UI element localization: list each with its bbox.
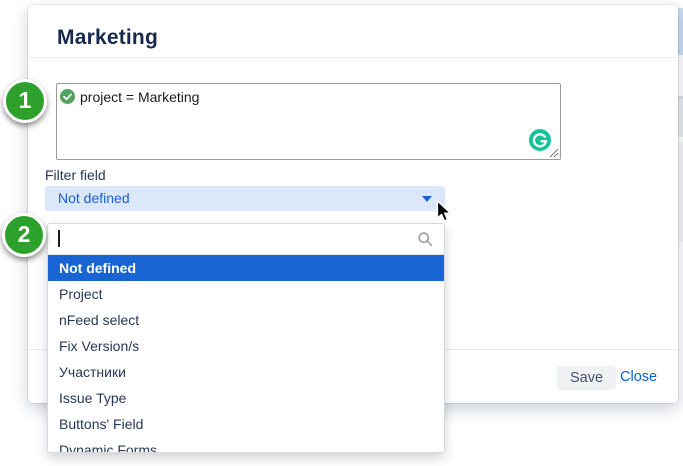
chevron-down-icon: [422, 196, 432, 202]
grammarly-icon[interactable]: [529, 129, 551, 151]
filter-dropdown-panel: Not defined Project nFeed select Fix Ver…: [47, 223, 445, 453]
dropdown-option[interactable]: Dynamic Forms: [48, 437, 444, 453]
modal-title: Marketing: [57, 26, 158, 50]
filter-field-label: Filter field: [45, 167, 106, 183]
save-button[interactable]: Save: [557, 366, 616, 390]
dropdown-option[interactable]: Участники: [48, 359, 444, 385]
dropdown-option[interactable]: Buttons' Field: [48, 411, 444, 437]
dropdown-option[interactable]: Not defined: [48, 255, 444, 281]
jql-text: project = Marketing: [80, 89, 199, 105]
annotation-badge-1: 1: [3, 79, 47, 123]
dropdown-option[interactable]: Fix Version/s: [48, 333, 444, 359]
dropdown-options-list: Not defined Project nFeed select Fix Ver…: [48, 255, 444, 453]
dropdown-option[interactable]: Project: [48, 281, 444, 307]
dropdown-search: [48, 224, 444, 255]
resize-handle-icon[interactable]: [549, 148, 559, 158]
filter-select-value: Not defined: [58, 190, 130, 206]
dropdown-option[interactable]: nFeed select: [48, 307, 444, 333]
annotation-badge-2: 2: [2, 213, 46, 257]
dropdown-option[interactable]: Issue Type: [48, 385, 444, 411]
close-button[interactable]: Close: [620, 369, 657, 385]
mouse-cursor: [436, 200, 453, 224]
header-divider: [28, 57, 678, 58]
filter-field-select[interactable]: Not defined: [45, 186, 445, 211]
search-icon: [417, 231, 433, 247]
check-circle-icon: [60, 89, 75, 104]
screen: Marketing project = Marketing Filter fie…: [0, 0, 683, 466]
text-caret: [58, 230, 60, 247]
dropdown-search-input[interactable]: [48, 224, 444, 253]
jql-textarea[interactable]: project = Marketing: [56, 83, 561, 160]
